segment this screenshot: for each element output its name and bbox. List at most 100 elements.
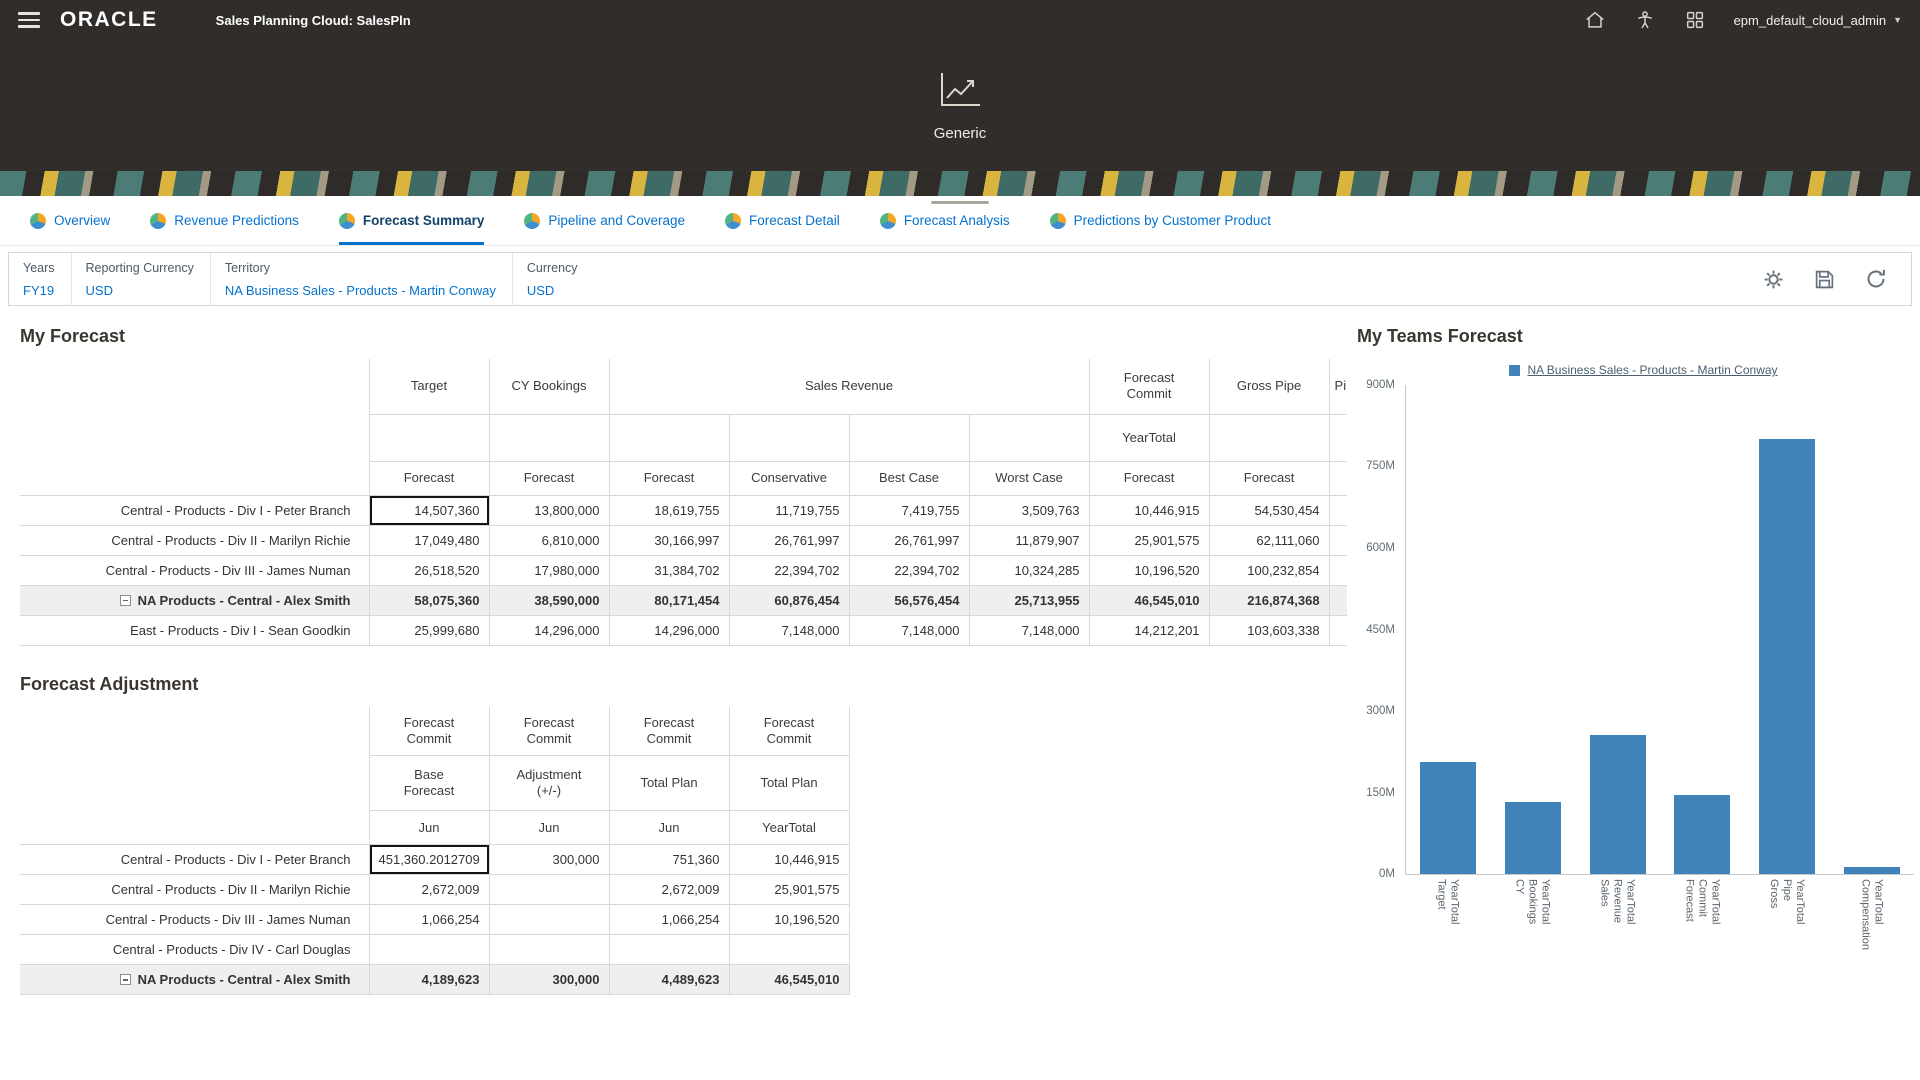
column-header[interactable]: Sales Revenue <box>609 359 1089 414</box>
column-header[interactable] <box>1329 414 1347 461</box>
row-header-cell[interactable]: East - Products - Div I - Sean Goodkin <box>20 615 369 645</box>
column-header[interactable]: Worst Case <box>969 461 1089 495</box>
column-header[interactable]: YearTotal <box>1089 414 1209 461</box>
chart-bar-cy-bookings-yeartotal[interactable] <box>1505 802 1561 874</box>
data-cell[interactable] <box>369 935 489 965</box>
data-cell[interactable] <box>1329 585 1347 615</box>
data-cell[interactable] <box>1329 495 1347 525</box>
data-cell[interactable]: 30,166,997 <box>609 525 729 555</box>
data-cell[interactable]: 26,761,997 <box>849 525 969 555</box>
column-header[interactable]: Forecast Commit <box>1089 359 1209 414</box>
tab-revenue-predictions[interactable]: Revenue Predictions <box>150 196 299 245</box>
selected-data-cell[interactable]: 451,360.2012709 <box>369 845 489 875</box>
data-cell[interactable] <box>489 935 609 965</box>
data-cell[interactable]: 300,000 <box>489 845 609 875</box>
pov-member-link[interactable]: NA Business Sales - Products - Martin Co… <box>225 283 496 298</box>
data-cell[interactable] <box>489 905 609 935</box>
banner-expand-handle[interactable] <box>931 201 989 204</box>
column-header[interactable]: Forecast <box>1089 461 1209 495</box>
data-cell[interactable]: 62,111,060 <box>1209 525 1329 555</box>
row-header-cell[interactable]: NA Products - Central - Alex Smith <box>20 585 369 615</box>
data-cell[interactable]: 25,901,575 <box>1089 525 1209 555</box>
data-cell[interactable]: 4,489,623 <box>609 965 729 995</box>
data-cell[interactable]: 216,874,368 <box>1209 585 1329 615</box>
data-cell[interactable] <box>609 935 729 965</box>
user-menu[interactable]: epm_default_cloud_admin ▼ <box>1734 13 1902 28</box>
data-cell[interactable]: 10,324,285 <box>969 555 1089 585</box>
actions-gear-icon[interactable] <box>1763 269 1784 290</box>
column-header[interactable]: Base Forecast <box>369 756 489 811</box>
column-header[interactable]: Jun <box>369 811 489 845</box>
chart-bar-sales-revenue-yeartotal[interactable] <box>1590 735 1646 874</box>
row-header-cell[interactable]: Central - Products - Div III - James Num… <box>20 905 369 935</box>
data-cell[interactable]: 17,049,480 <box>369 525 489 555</box>
column-header[interactable]: Forecast Commit <box>609 707 729 756</box>
column-header[interactable]: Target <box>369 359 489 414</box>
data-cell[interactable]: 10,446,915 <box>729 845 849 875</box>
column-header[interactable]: Forecast <box>369 461 489 495</box>
data-cell[interactable]: 1,066,254 <box>369 905 489 935</box>
chart-bar-gross-pipe-yeartotal[interactable] <box>1759 439 1815 874</box>
data-cell[interactable]: 4,189,623 <box>369 965 489 995</box>
data-cell[interactable]: 26,761,997 <box>729 525 849 555</box>
chart-bar-target-yeartotal[interactable] <box>1420 762 1476 874</box>
selected-data-cell[interactable]: 14,507,360 <box>369 495 489 525</box>
save-button[interactable] <box>1814 269 1835 290</box>
column-header[interactable]: Forecast <box>609 461 729 495</box>
column-header[interactable] <box>849 414 969 461</box>
row-header-cell[interactable]: Central - Products - Div I - Peter Branc… <box>20 845 369 875</box>
data-cell[interactable]: 7,148,000 <box>969 615 1089 645</box>
data-cell[interactable]: 10,446,915 <box>1089 495 1209 525</box>
hamburger-menu-button[interactable] <box>18 12 40 28</box>
data-cell[interactable]: 31,384,702 <box>609 555 729 585</box>
tab-forecast-detail[interactable]: Forecast Detail <box>725 196 840 245</box>
tab-predictions-by-customer-product[interactable]: Predictions by Customer Product <box>1050 196 1271 245</box>
legend-label[interactable]: NA Business Sales - Products - Martin Co… <box>1527 363 1777 377</box>
row-header-cell[interactable]: Central - Products - Div III - James Num… <box>20 555 369 585</box>
collapse-icon[interactable] <box>120 595 131 606</box>
data-cell[interactable]: 38,590,000 <box>489 585 609 615</box>
chart-bar-compensation-yeartotal[interactable] <box>1844 867 1900 874</box>
column-header[interactable] <box>609 414 729 461</box>
data-cell[interactable]: 26,518,520 <box>369 555 489 585</box>
column-header[interactable]: Conservative <box>729 461 849 495</box>
data-cell[interactable]: 3,509,763 <box>969 495 1089 525</box>
column-header[interactable] <box>969 414 1089 461</box>
data-cell[interactable]: 13,800,000 <box>489 495 609 525</box>
data-cell[interactable] <box>1329 525 1347 555</box>
chart-bar-forecast-commit-yeartotal[interactable] <box>1674 795 1730 874</box>
column-header[interactable]: Jun <box>609 811 729 845</box>
row-header-cell[interactable]: Central - Products - Div IV - Carl Dougl… <box>20 935 369 965</box>
column-header[interactable] <box>1209 414 1329 461</box>
data-cell[interactable]: 25,999,680 <box>369 615 489 645</box>
data-cell[interactable]: 103,603,338 <box>1209 615 1329 645</box>
data-cell[interactable]: 1,066,254 <box>609 905 729 935</box>
data-cell[interactable]: 22,394,702 <box>729 555 849 585</box>
data-cell[interactable]: 14,212,201 <box>1089 615 1209 645</box>
accessibility-icon[interactable] <box>1634 9 1656 31</box>
data-cell[interactable]: 80,171,454 <box>609 585 729 615</box>
tab-overview[interactable]: Overview <box>30 196 110 245</box>
column-header[interactable]: Forecast <box>489 461 609 495</box>
data-cell[interactable]: 7,419,755 <box>849 495 969 525</box>
collapse-icon[interactable] <box>120 974 131 985</box>
data-cell[interactable]: 54,530,454 <box>1209 495 1329 525</box>
data-cell[interactable]: 10,196,520 <box>729 905 849 935</box>
data-cell[interactable]: 56,576,454 <box>849 585 969 615</box>
row-header-cell[interactable]: NA Products - Central - Alex Smith <box>20 965 369 995</box>
data-cell[interactable]: 2,672,009 <box>609 875 729 905</box>
pov-member-link[interactable]: USD <box>86 283 194 298</box>
column-header[interactable] <box>1329 461 1347 495</box>
column-header[interactable]: Pi <box>1329 359 1347 414</box>
column-header[interactable] <box>729 414 849 461</box>
data-cell[interactable]: 11,879,907 <box>969 525 1089 555</box>
data-cell[interactable]: 46,545,010 <box>1089 585 1209 615</box>
home-icon[interactable] <box>1584 9 1606 31</box>
data-cell[interactable]: 46,545,010 <box>729 965 849 995</box>
navigator-icon[interactable] <box>1684 9 1706 31</box>
data-cell[interactable]: 300,000 <box>489 965 609 995</box>
data-cell[interactable]: 60,876,454 <box>729 585 849 615</box>
data-cell[interactable]: 25,901,575 <box>729 875 849 905</box>
column-header[interactable]: Forecast <box>1209 461 1329 495</box>
data-cell[interactable]: 17,980,000 <box>489 555 609 585</box>
